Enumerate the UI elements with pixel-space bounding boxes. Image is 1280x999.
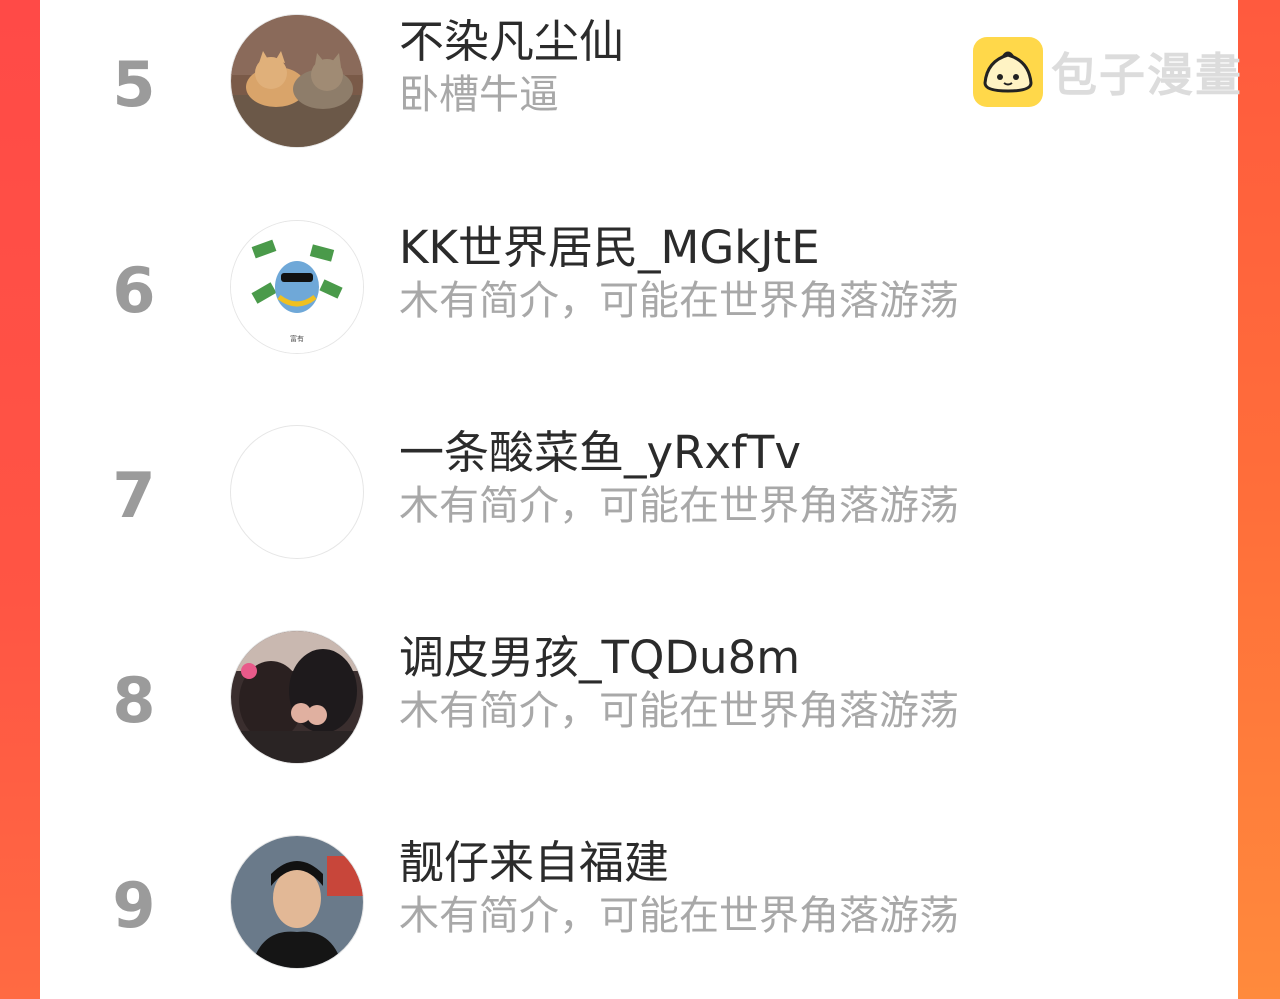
user-name[interactable]: 调皮男孩_TQDu8m	[399, 632, 800, 684]
ranking-row[interactable]: 7 一条酸菜鱼_yRxfTv 木有简介，可能在世界角落游荡	[40, 423, 1238, 563]
user-name[interactable]: 靓仔来自福建	[399, 837, 669, 889]
rank-number: 6	[112, 254, 156, 327]
man-portrait-avatar[interactable]	[230, 835, 364, 969]
ranking-row[interactable]: 8 调皮男孩_TQDu8m 木有简介，可能在世界角落游荡	[40, 628, 1238, 768]
user-bio: 木有简介，可能在世界角落游荡	[399, 893, 959, 939]
rank-number: 5	[112, 48, 156, 121]
user-name[interactable]: KK世界居民_MGkJtE	[399, 222, 820, 274]
user-name[interactable]: 一条酸菜鱼_yRxfTv	[399, 427, 801, 479]
watermark: 包子漫畫	[973, 36, 1243, 108]
svg-text:富有: 富有	[290, 334, 304, 343]
user-bio: 木有简介，可能在世界角落游荡	[399, 483, 959, 529]
user-name[interactable]: 不染凡尘仙	[399, 16, 624, 68]
ranking-row[interactable]: 6 富有 KK世界居民_MGkJtE 木有简介，可能在世界角落游荡	[40, 218, 1238, 358]
cats-photo-avatar[interactable]	[230, 14, 364, 148]
right-gradient-border	[1238, 0, 1280, 999]
rank-number: 8	[112, 664, 156, 737]
blank-avatar[interactable]	[230, 425, 364, 559]
user-bio: 木有简介，可能在世界角落游荡	[399, 688, 959, 734]
rank-number: 9	[112, 869, 156, 942]
user-bio: 卧槽牛逼	[399, 72, 559, 118]
cartoon-sticker-avatar[interactable]: 富有	[230, 220, 364, 354]
bun-logo-icon	[973, 37, 1043, 107]
watermark-text: 包子漫畫	[1051, 48, 1243, 102]
rank-number: 7	[112, 459, 156, 532]
couple-photo-avatar[interactable]	[230, 630, 364, 764]
user-bio: 木有简介，可能在世界角落游荡	[399, 278, 959, 324]
ranking-panel: 5 不染凡尘仙 卧槽牛逼 6 富有 KK世界居民_MGkJtE 木有简介，可能在…	[40, 0, 1238, 999]
ranking-row[interactable]: 9 靓仔来自福建 木有简介，可能在世界角落游荡	[40, 833, 1238, 973]
left-gradient-border	[0, 0, 40, 999]
